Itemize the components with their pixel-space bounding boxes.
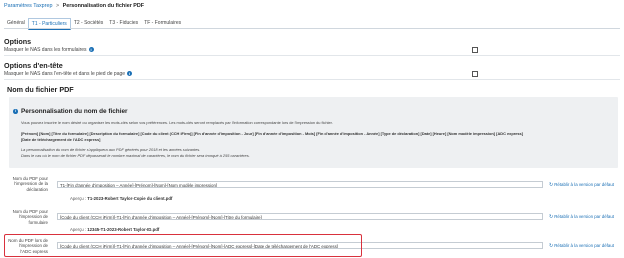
panel-title: Personnalisation du nom de fichier [21,108,128,115]
formulaire-reset-link[interactable]: ↻Rétablir à la version par défaut [549,214,614,220]
options-nas-checkbox[interactable] [472,47,478,53]
reset-icon: ↻ [549,243,554,249]
breadcrumb-parent-link[interactable]: Paramètres Taxprep [4,3,52,9]
panel-keywords-line2: [Date de téléchargement de l'ADC express… [21,137,101,142]
info-icon[interactable]: i [88,47,94,53]
panel-keywords-line1: [Prénom] [Nom] [Titre du formulaire] [De… [21,131,523,136]
breadcrumb: Paramètres Taxprep > Personnalisation du… [4,3,144,9]
formulaire-filename-input[interactable]: [Code du client (CCH iFirm)]-T1-[Fin d'a… [57,213,543,220]
header-options-nas-checkbox[interactable] [472,71,478,77]
options-divider [4,55,620,56]
breadcrumb-current: Personnalisation du fichier PDF [62,3,145,9]
breadcrumb-separator: > [55,3,60,9]
info-icon: i [13,109,18,114]
header-options-divider [4,79,620,80]
options-nas-row: Masquer le NAS dans les formulaires i [4,47,94,53]
reset-icon: ↻ [549,214,554,220]
field-label-formulaire: Nom du PDF pour l'impression de formulai… [12,209,48,225]
declaration-filename-input[interactable]: T1-[Fin d'année d'imposition – Année]-[P… [57,181,543,188]
panel-intro: Vous pouvez inscrire le nom désiré ou or… [21,120,333,125]
reset-icon: ↻ [549,182,554,188]
panel-note-line2: Dans le cas où le nom de fichier PDF dép… [21,153,250,158]
declaration-reset-link[interactable]: ↻Rétablir à la version par défaut [549,182,614,188]
field-label-declaration: Nom du PDF pour l'impression de la décla… [12,176,48,192]
info-icon[interactable]: i [127,71,133,77]
formulaire-preview: Aperçu : 12345-T1-2023-Robert Taylor-ID.… [70,227,160,232]
header-options-nas-label: Masquer le NAS dans l'en-tête et dans le… [4,71,126,77]
adc-express-reset-link[interactable]: ↻Rétablir à la version par défaut [549,243,614,249]
highlight-box [4,234,362,257]
declaration-preview: Aperçu : T1-2023-Robert Taylor-Copie du … [70,196,173,201]
panel-note-line1: La personnalisation du nom de fichier s'… [21,147,201,152]
header-options-heading: Options d'en-tête [4,61,63,70]
options-heading: Options [4,37,32,46]
pdf-name-heading: Nom du fichier PDF [7,85,74,94]
options-nas-label: Masquer le NAS dans les formulaires [4,47,87,53]
header-options-nas-row: Masquer le NAS dans l'en-tête et dans le… [4,71,133,77]
tab-divider [4,28,620,29]
